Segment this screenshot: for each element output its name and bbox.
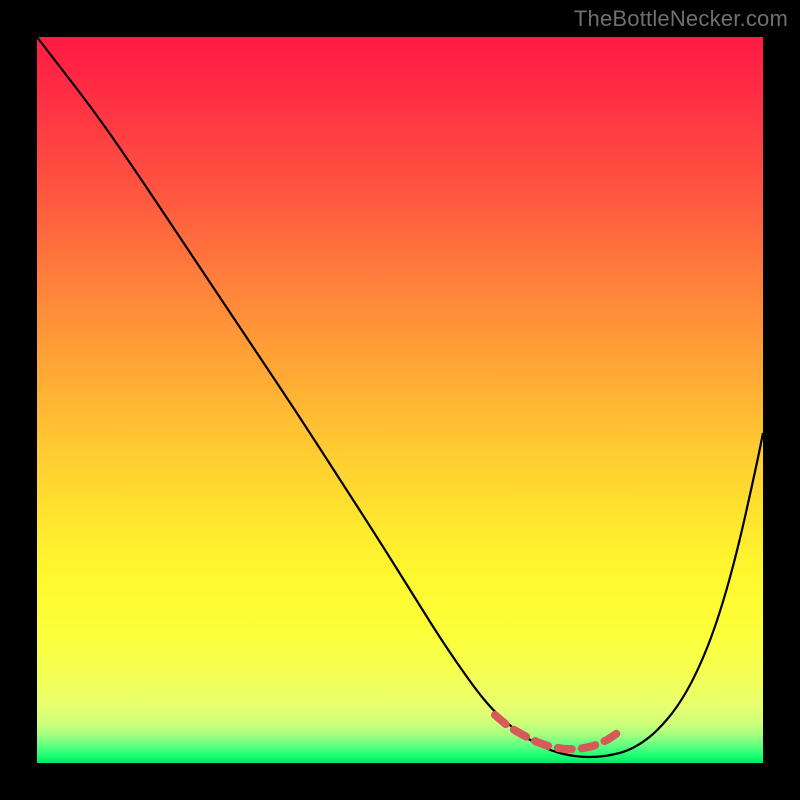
watermark-text: TheBottleNecker.com — [574, 6, 788, 32]
chart-frame: TheBottleNecker.com — [0, 0, 800, 800]
curve-layer — [37, 37, 763, 763]
main-curve — [37, 37, 763, 757]
flat-marker — [495, 715, 619, 749]
